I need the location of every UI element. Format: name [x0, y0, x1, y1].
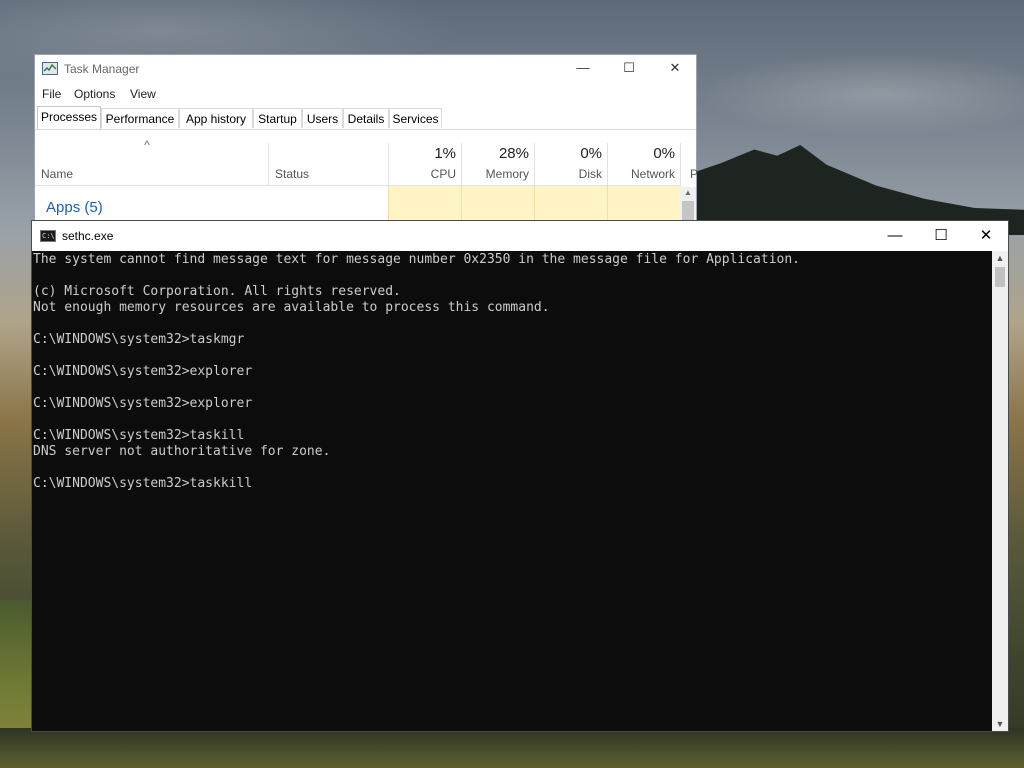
console-close-button[interactable]: ✕	[963, 221, 1009, 251]
console-scrollbar[interactable]: ▲ ▼	[992, 251, 1008, 731]
tab-startup[interactable]: Startup	[253, 108, 302, 128]
scroll-thumb[interactable]	[995, 267, 1005, 287]
menu-file[interactable]: File	[42, 87, 61, 101]
wallpaper-grass	[0, 728, 1024, 768]
column-cpu[interactable]: CPU	[395, 167, 456, 181]
network-percent: 0%	[653, 145, 675, 162]
console-maximize-button[interactable]: ☐	[918, 221, 964, 251]
console-line: C:\WINDOWS\system32>explorer	[33, 364, 253, 379]
close-button[interactable]: ✕	[652, 55, 698, 83]
maximize-button[interactable]: ☐	[606, 55, 652, 83]
task-manager-icon	[42, 62, 58, 75]
menu-options[interactable]: Options	[74, 87, 115, 101]
column-memory[interactable]: Memory	[465, 167, 529, 181]
tab-details[interactable]: Details	[343, 108, 389, 128]
console-window[interactable]: C:\ sethc.exe — ☐ ✕ The system cannot fi…	[31, 220, 1009, 732]
console-line: C:\WINDOWS\system32>taskmgr	[33, 332, 245, 347]
console-line: The system cannot find message text for …	[33, 252, 801, 267]
task-manager-title: Task Manager	[64, 62, 140, 76]
console-titlebar[interactable]: C:\ sethc.exe — ☐ ✕	[32, 221, 1008, 251]
console-output[interactable]: The system cannot find message text for …	[32, 251, 994, 731]
tab-performance[interactable]: Performance	[101, 108, 179, 128]
scroll-up-icon[interactable]: ▲	[680, 187, 696, 199]
menu-view[interactable]: View	[130, 87, 156, 101]
apps-group-header[interactable]: Apps (5)	[46, 199, 103, 216]
column-status[interactable]: Status	[275, 167, 309, 181]
column-divider[interactable]	[461, 143, 462, 185]
console-title: sethc.exe	[62, 229, 114, 243]
column-divider[interactable]	[268, 143, 269, 185]
column-disk[interactable]: Disk	[540, 167, 602, 181]
column-divider[interactable]	[388, 143, 389, 185]
console-prompt-line[interactable]: C:\WINDOWS\system32>taskkill	[33, 476, 252, 492]
task-manager-window[interactable]: Task Manager — ☐ ✕ File Options View Pro…	[34, 54, 698, 235]
column-name[interactable]: Name	[41, 167, 73, 181]
console-icon: C:\	[40, 230, 56, 242]
console-line: Not enough memory resources are availabl…	[33, 300, 550, 315]
scroll-down-icon[interactable]: ▼	[992, 717, 1008, 731]
tab-app-history[interactable]: App history	[179, 108, 253, 128]
minimize-button[interactable]: —	[560, 55, 606, 83]
column-network[interactable]: Network	[613, 167, 675, 181]
cpu-percent: 1%	[434, 145, 456, 162]
task-manager-titlebar[interactable]: Task Manager — ☐ ✕	[35, 55, 696, 83]
column-divider[interactable]	[534, 143, 535, 185]
console-line: (c) Microsoft Corporation. All rights re…	[33, 284, 401, 299]
disk-percent: 0%	[580, 145, 602, 162]
tab-services[interactable]: Services	[389, 108, 442, 128]
tab-processes[interactable]: Processes	[37, 106, 101, 129]
tab-users[interactable]: Users	[302, 108, 343, 128]
column-divider[interactable]	[607, 143, 608, 185]
console-line: C:\WINDOWS\system32>explorer	[33, 396, 253, 411]
console-line: C:\WINDOWS\system32>taskill	[33, 428, 245, 443]
column-power-truncated[interactable]: P	[690, 167, 698, 181]
task-manager-tabs: Processes Performance App history Startu…	[35, 106, 696, 130]
console-minimize-button[interactable]: —	[872, 221, 918, 251]
column-divider[interactable]	[680, 143, 681, 185]
sort-arrow-icon: ^	[144, 138, 150, 152]
memory-percent: 28%	[498, 145, 529, 162]
scroll-up-icon[interactable]: ▲	[992, 251, 1008, 265]
console-line: DNS server not authoritative for zone.	[33, 444, 331, 459]
